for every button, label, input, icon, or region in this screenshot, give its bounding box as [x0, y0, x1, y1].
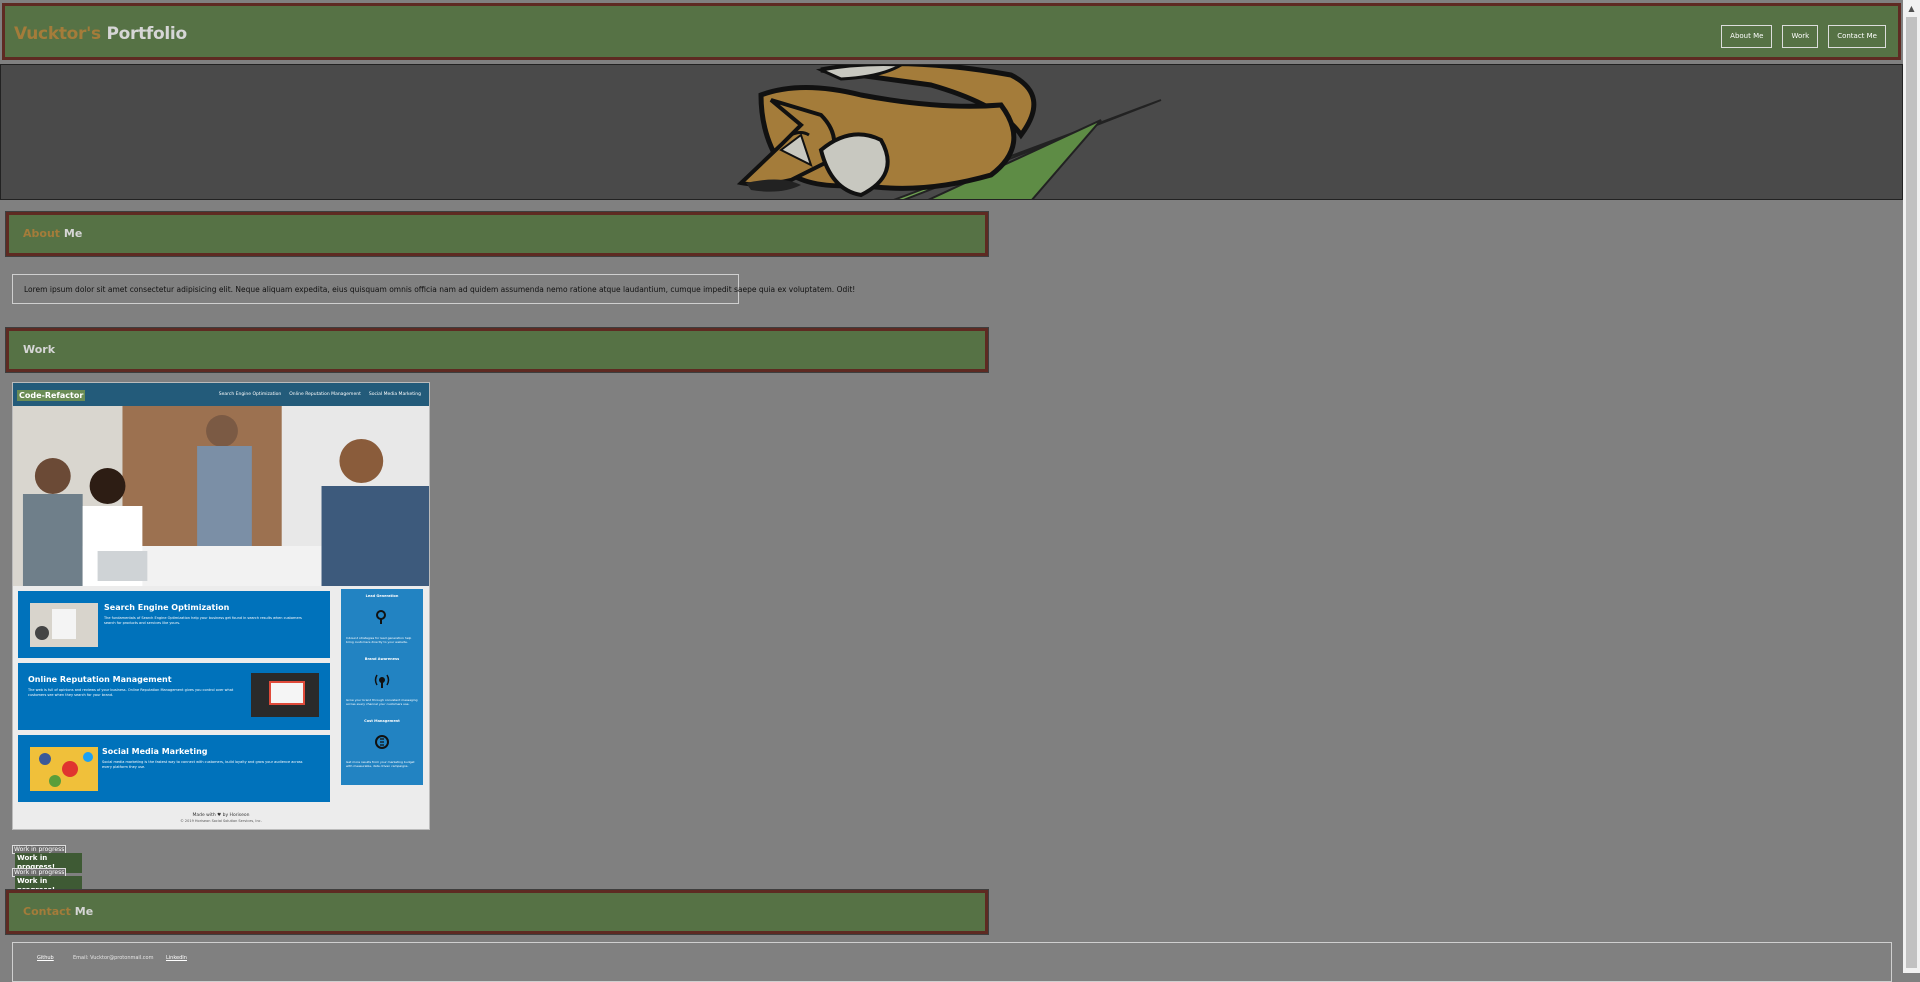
hero-banner	[0, 64, 1903, 200]
about-section-header: About Me	[5, 211, 989, 257]
contact-heading-rest: Me	[74, 905, 94, 918]
about-heading-rest: Me	[63, 227, 83, 240]
project-block-text: The fundamentals of Search Engine Optimi…	[104, 616, 302, 625]
sidebar-text: Get more results from your marketing bud…	[346, 760, 415, 768]
about-heading: About Me	[23, 227, 82, 240]
work-section-header: Work	[5, 327, 989, 373]
sidebar-text: Grow your brand through consistent messa…	[346, 698, 418, 706]
seo-thumbnail	[30, 603, 98, 647]
orm-thumbnail	[251, 673, 319, 717]
cost-icon	[375, 735, 389, 749]
scroll-thumb[interactable]	[1906, 17, 1917, 968]
project-nav-links: Search Engine Optimization Online Reputa…	[219, 392, 421, 397]
about-heading-accent: About	[23, 227, 61, 240]
contact-section-header: Contact Me	[5, 889, 989, 935]
project-block-title: Search Engine Optimization	[104, 603, 230, 612]
project-block-title: Online Reputation Management	[28, 675, 172, 684]
nav-work-button[interactable]: Work	[1782, 25, 1819, 48]
main-nav: About Me Work Contact Me	[1721, 25, 1886, 48]
scroll-up-icon[interactable]: ▲	[1903, 0, 1920, 17]
project-block-title: Social Media Marketing	[102, 747, 208, 756]
project-block-smm: Social Media Marketing Social media mark…	[18, 735, 330, 802]
wip-item[interactable]: Work in progress Work in progress!	[12, 868, 82, 896]
linkedin-link[interactable]: LinkedIn	[166, 955, 187, 961]
contact-box: Github Email: Vucktor@protonmail.com Lin…	[12, 942, 1892, 982]
project-block-text: The web is full of opinions and reviews …	[28, 688, 234, 697]
work-heading-text: Work	[23, 343, 56, 356]
site-header: Vucktor's Portfolio About Me Work Contac…	[2, 3, 1901, 60]
fox-logo	[736, 65, 1162, 199]
project-hero-photo	[13, 406, 429, 586]
project-sidebar: Lead Generation Inbound strategies for l…	[341, 589, 423, 785]
project-block-orm: Online Reputation Management The web is …	[18, 663, 330, 730]
site-title-rest: Portfolio	[106, 24, 187, 44]
contact-heading: Contact Me	[23, 905, 93, 918]
nav-about-button[interactable]: About Me	[1721, 25, 1773, 48]
nav-contact-button[interactable]: Contact Me	[1828, 25, 1886, 48]
project-logo: Code-Refactor	[17, 390, 86, 401]
site-title: Vucktor's Portfolio	[14, 24, 187, 44]
contact-heading-accent: Contact	[23, 905, 71, 918]
project-copyright: © 2019 Horiseon Social Solution Services…	[180, 819, 262, 823]
project-nav-link: Online Reputation Management	[289, 392, 361, 397]
project-footer: Made with ♥ by Horiseon	[192, 813, 250, 818]
project-nav-link: Search Engine Optimization	[218, 392, 282, 397]
project-block-text: Social media marketing is the fastest wa…	[102, 760, 303, 769]
sidebar-title: Cost Management	[364, 719, 400, 723]
sidebar-title: Brand Awareness	[364, 657, 400, 661]
site-title-accent: Vucktor's	[14, 24, 101, 44]
brand-icon	[374, 674, 390, 688]
email-text: Email: Vucktor@protonmail.com	[73, 955, 154, 961]
smm-thumbnail	[30, 747, 98, 791]
about-text: Lorem ipsum dolor sit amet consectetur a…	[12, 274, 855, 304]
sidebar-title: Lead Generation	[365, 594, 399, 598]
project-nav-link: Social Media Marketing	[368, 392, 421, 397]
project-block-seo: Search Engine Optimization The fundament…	[18, 591, 330, 658]
project-navbar: Code-Refactor Search Engine Optimization…	[13, 383, 429, 406]
sidebar-text: Inbound strategies for lead generation h…	[346, 636, 412, 644]
wip-item[interactable]: Work in progress Work in progress!	[12, 845, 82, 873]
page-scrollbar[interactable]: ▲	[1903, 0, 1920, 973]
project-card-code-refactor[interactable]: Code-Refactor Search Engine Optimization…	[12, 382, 430, 830]
github-link[interactable]: Github	[37, 955, 54, 961]
work-heading: Work	[23, 343, 55, 356]
lead-icon	[376, 610, 386, 624]
